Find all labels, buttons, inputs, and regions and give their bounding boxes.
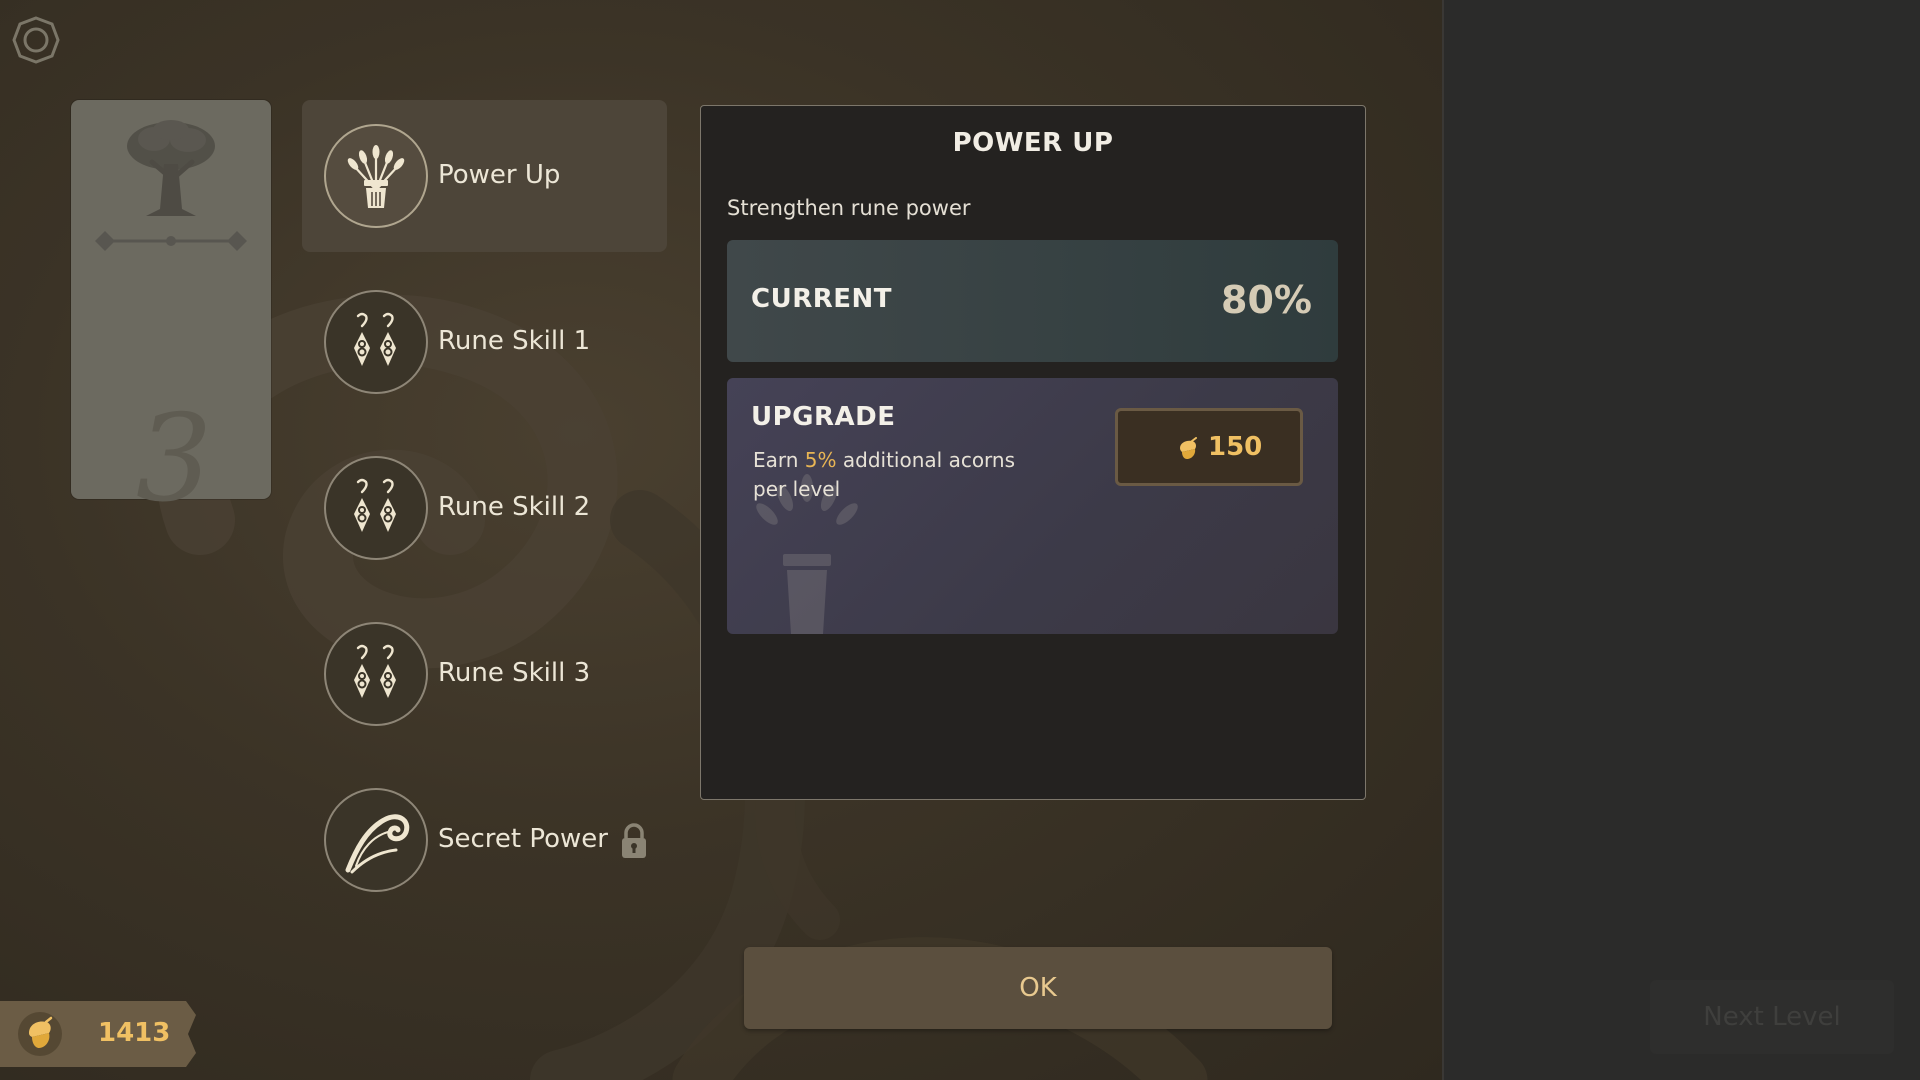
skill-item-power-up[interactable]: Power Up xyxy=(302,100,667,252)
skill-label: Power Up xyxy=(438,160,561,190)
level-card[interactable]: 3 xyxy=(71,100,271,520)
skill-icon-wrapper xyxy=(324,290,428,394)
settings-gear-icon xyxy=(12,16,60,64)
skill-label: Rune Skill 3 xyxy=(438,658,591,688)
skill-item-secret-power[interactable]: Secret Power xyxy=(302,764,667,916)
lock-icon xyxy=(622,823,646,858)
ok-button-label: OK xyxy=(1019,973,1057,1003)
level-number: 3 xyxy=(135,390,212,529)
current-stat-box: CURRENT 80% xyxy=(727,240,1338,362)
skill-label: Secret Power xyxy=(438,824,608,854)
upgrade-desc-highlight: 5% xyxy=(804,448,837,472)
skill-label: Rune Skill 2 xyxy=(438,492,591,522)
skill-item-rune-skill-2[interactable]: Rune Skill 2 xyxy=(302,432,667,584)
rune-drops-icon xyxy=(354,478,396,532)
upgrade-description: Earn 5% additional acorns per level xyxy=(753,446,1043,504)
currency-amount: 1413 xyxy=(98,1018,171,1048)
skill-label: Rune Skill 1 xyxy=(438,326,591,356)
settings-button[interactable] xyxy=(12,16,60,64)
skill-icon-wrapper xyxy=(324,622,428,726)
game-area: 3 Power Up Rune Skill 1 Rune Skill 2 Run… xyxy=(0,0,1442,1080)
upgrade-box: UPGRADE Earn 5% additional acorns per le… xyxy=(727,378,1338,634)
upgrade-desc-prefix: Earn xyxy=(753,448,805,472)
upgrade-purchase-button[interactable]: 150 xyxy=(1115,408,1303,486)
acorn-icon xyxy=(1180,437,1197,459)
next-level-label: Next Level xyxy=(1703,1002,1841,1032)
current-label: CURRENT xyxy=(751,284,892,314)
detail-title: POWER UP xyxy=(952,128,1114,158)
currency-badge: 1413 xyxy=(0,1001,200,1067)
upgrade-cost: 150 xyxy=(1208,432,1263,462)
wind-swirl-icon xyxy=(345,814,410,874)
skill-item-rune-skill-1[interactable]: Rune Skill 1 xyxy=(302,266,667,418)
wheat-bundle-icon xyxy=(347,145,405,208)
upgrade-label: UPGRADE xyxy=(751,402,896,432)
rune-drops-icon xyxy=(354,644,396,698)
detail-panel: POWER UP Strengthen rune power CURRENT 8… xyxy=(700,105,1366,800)
level-progress-line xyxy=(95,231,247,251)
acorn-icon xyxy=(18,1012,62,1056)
current-value: 80% xyxy=(1221,278,1312,322)
ok-button[interactable]: OK xyxy=(744,947,1332,1029)
right-side-panel xyxy=(1442,0,1920,1080)
tree-icon xyxy=(127,120,215,216)
skill-icon-wrapper xyxy=(324,124,428,228)
skill-icon-wrapper xyxy=(324,456,428,560)
currency-icon-wrapper xyxy=(17,1011,63,1057)
skill-icon-wrapper xyxy=(324,788,428,892)
skill-item-rune-skill-3[interactable]: Rune Skill 3 xyxy=(302,598,667,750)
next-level-button[interactable]: Next Level xyxy=(1650,980,1894,1054)
rune-drops-icon xyxy=(354,312,396,366)
detail-subtitle: Strengthen rune power xyxy=(727,196,971,220)
